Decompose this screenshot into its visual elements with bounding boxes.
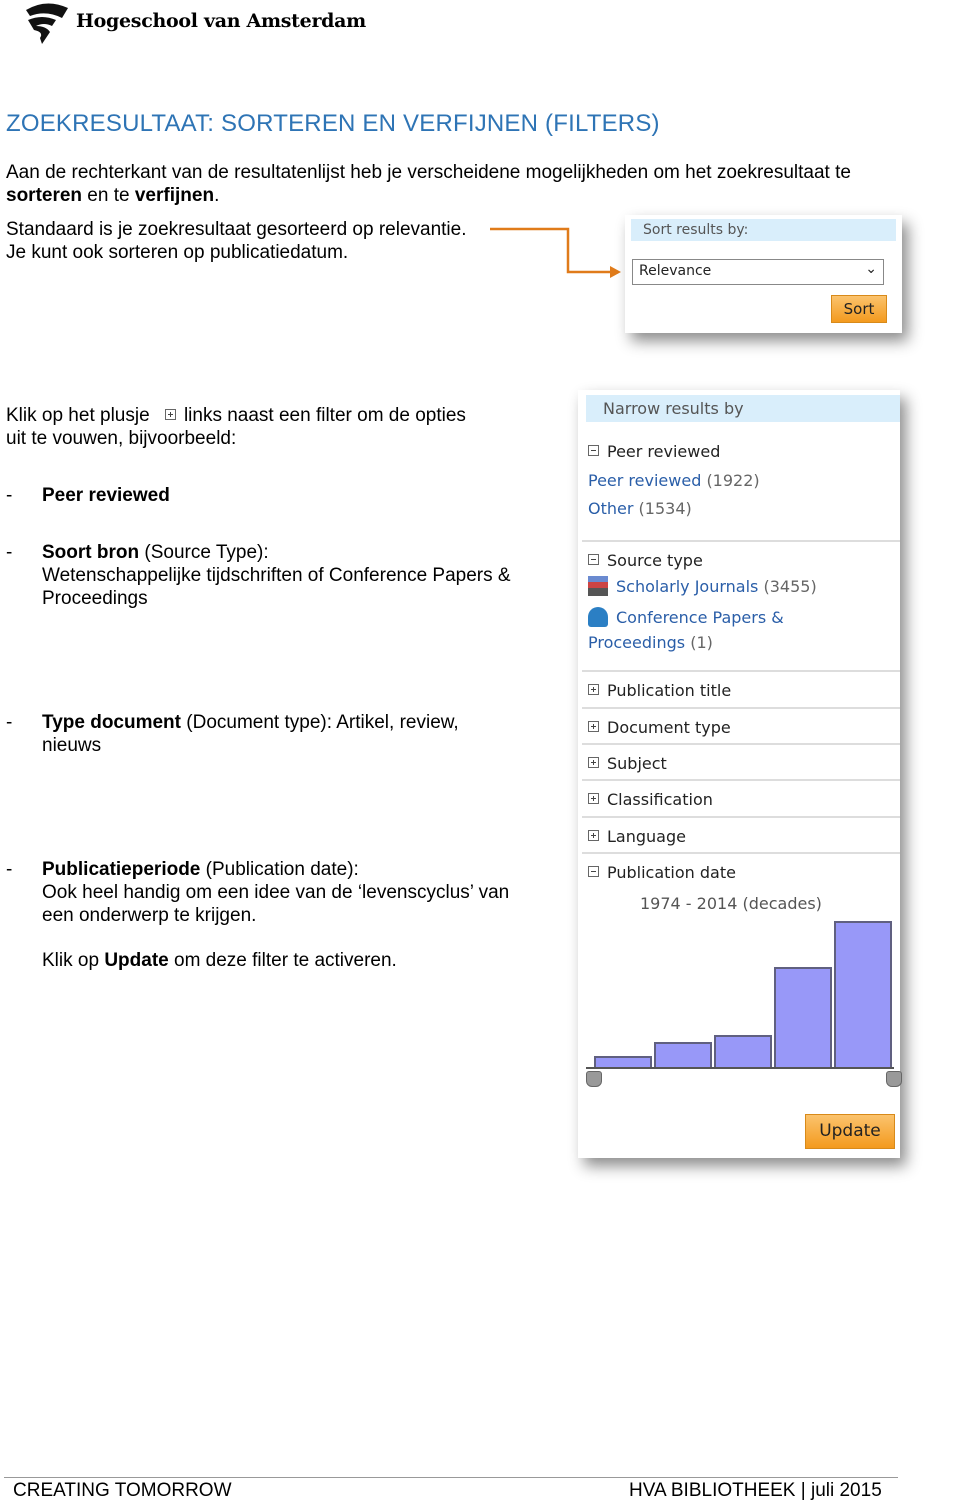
filter-publication-title[interactable]: Publication title <box>588 681 731 700</box>
page-title: ZOEKRESULTAAT: SORTEREN EN VERFIJNEN (FI… <box>6 110 660 137</box>
sort-button[interactable]: Sort <box>831 295 887 323</box>
footer-left: CREATING TOMORROW <box>13 1480 232 1501</box>
plus-icon <box>588 830 599 841</box>
filter-peer-reviewed[interactable]: Peer reviewed <box>588 442 720 461</box>
histogram-bar[interactable] <box>714 1034 772 1067</box>
sort-box: Sort results by: Relevance ⌄ Sort <box>625 215 902 333</box>
intro-text: Aan de rechterkant van de resultatenlijs… <box>6 162 851 206</box>
plus-icon <box>588 757 599 768</box>
sort-select[interactable]: Relevance ⌄ <box>632 259 884 285</box>
date-histogram <box>586 910 902 1087</box>
bullet-peer: - Peer reviewed <box>6 485 170 506</box>
plus-icon <box>588 684 599 695</box>
histogram-bar[interactable] <box>834 921 892 1067</box>
journal-icon <box>588 576 608 596</box>
filter-document-type[interactable]: Document type <box>588 718 731 737</box>
logo: Hogeschool van Amsterdam <box>22 2 366 44</box>
logo-text: Hogeschool van Amsterdam <box>76 10 366 32</box>
conference-icon <box>588 607 608 627</box>
filter-option[interactable]: Scholarly Journals (3455) <box>588 576 817 596</box>
filter-subject[interactable]: Subject <box>588 754 667 773</box>
narrow-panel: Narrow results by Peer reviewed Peer rev… <box>578 390 902 1158</box>
minus-icon <box>588 554 599 565</box>
histogram-bar[interactable] <box>654 1041 712 1067</box>
minus-icon <box>588 866 599 877</box>
filter-option[interactable]: Other (1534) <box>588 499 692 518</box>
histogram-bar[interactable] <box>774 967 832 1067</box>
filter-language[interactable]: Language <box>588 827 686 846</box>
update-note: Klik op Update om deze filter te activer… <box>42 950 397 971</box>
chevron-down-icon: ⌄ <box>865 261 877 277</box>
footer-right: HVA BIBLIOTHEEK | juli 2015 <box>629 1480 882 1501</box>
sort-label: Sort results by: <box>631 219 896 241</box>
filter-explanation: Klik op het plusje links naast een filte… <box>6 405 466 449</box>
sort-explanation: Standaard is je zoekresultaat gesorteerd… <box>6 219 467 263</box>
plus-icon <box>588 721 599 732</box>
bullet-pubdate: - Publicatieperiode (Publication date): Oo… <box>6 859 510 926</box>
histogram-axis <box>586 1067 894 1069</box>
range-handle-right[interactable] <box>886 1071 902 1087</box>
filter-source-type[interactable]: Source type <box>588 551 703 570</box>
filter-classification[interactable]: Classification <box>588 790 713 809</box>
bullet-doctype: - Type document (Document type): Artikel,… <box>6 712 459 756</box>
arrow-icon <box>490 227 621 278</box>
plus-icon <box>588 793 599 804</box>
footer-divider <box>4 1477 898 1478</box>
histogram-bar[interactable] <box>594 1055 652 1067</box>
minus-icon <box>588 445 599 456</box>
filter-option[interactable]: Conference Papers & Proceedings (1) <box>588 605 784 655</box>
filter-publication-date[interactable]: Publication date <box>588 863 736 882</box>
update-button[interactable]: Update <box>805 1114 895 1149</box>
bullet-source: - Soort bron (Source Type): Wetenschappeli… <box>6 542 511 609</box>
plus-icon <box>164 409 176 420</box>
filter-option[interactable]: Peer reviewed (1922) <box>588 471 760 490</box>
range-handle-left[interactable] <box>586 1071 602 1087</box>
hva-logo-icon <box>26 3 68 44</box>
narrow-header: Narrow results by <box>586 395 900 422</box>
